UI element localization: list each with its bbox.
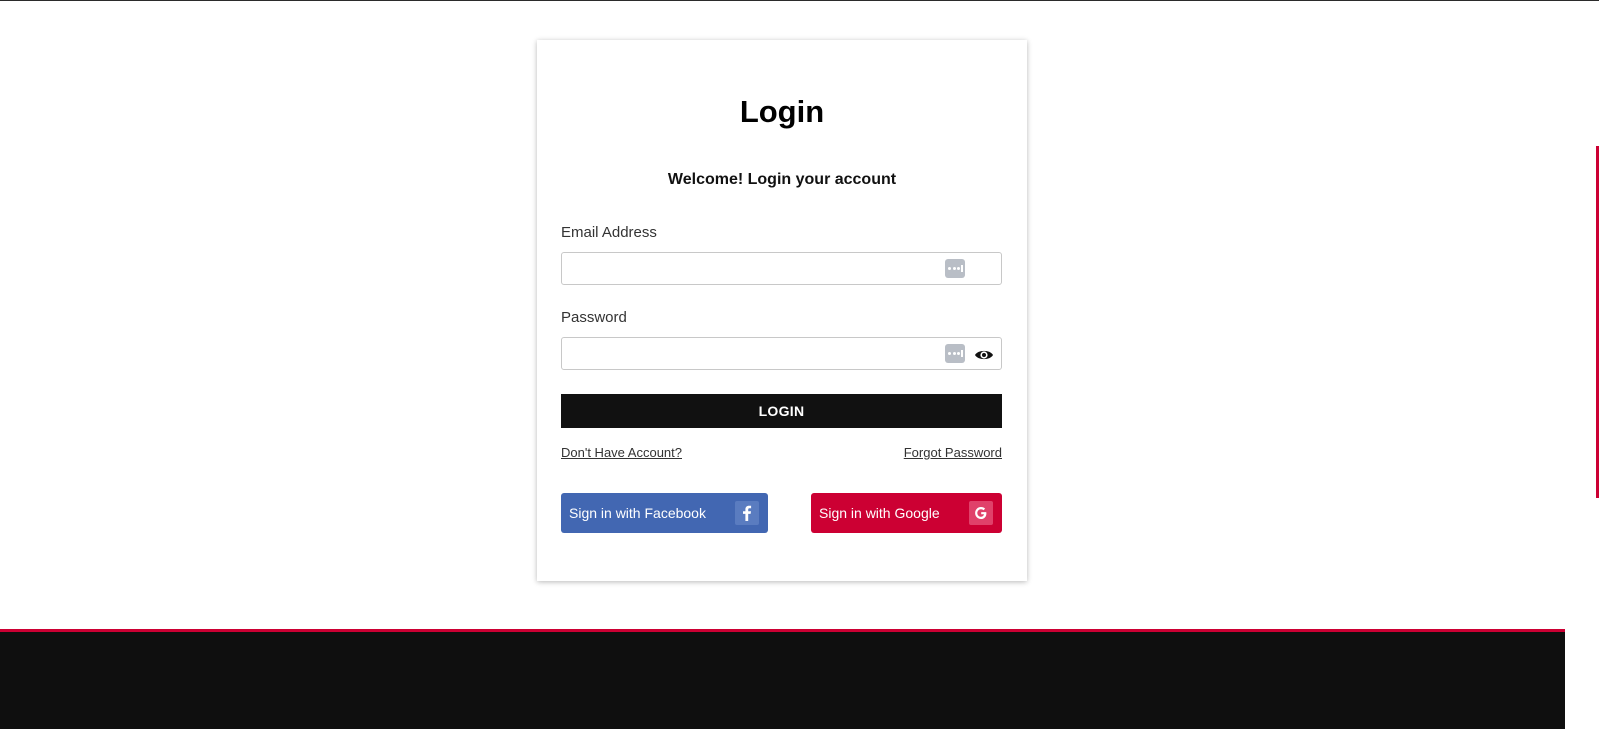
password-label: Password [561, 309, 627, 326]
login-button[interactable]: LOGIN [561, 394, 1002, 428]
email-label: Email Address [561, 224, 657, 241]
google-signin-button[interactable]: Sign in with Google [811, 493, 1002, 533]
password-input[interactable] [562, 338, 932, 369]
facebook-signin-label: Sign in with Facebook [569, 505, 706, 521]
signup-link[interactable]: Don't Have Account? [561, 444, 682, 462]
footer [0, 632, 1565, 729]
login-card: Login Welcome! Login your account Email … [537, 40, 1027, 581]
password-manager-icon[interactable] [945, 259, 965, 278]
google-signin-label: Sign in with Google [819, 505, 940, 521]
google-icon [969, 501, 993, 525]
page-title: Login [739, 94, 825, 129]
facebook-icon [735, 501, 759, 525]
facebook-signin-button[interactable]: Sign in with Facebook [561, 493, 768, 533]
show-password-eye-icon[interactable] [974, 348, 994, 362]
forgot-password-link[interactable]: Forgot Password [904, 444, 1002, 462]
password-field-wrapper [561, 337, 1002, 370]
email-input[interactable] [562, 253, 932, 284]
email-field-wrapper [561, 252, 1002, 285]
welcome-subtitle: Welcome! Login your account [667, 171, 897, 188]
top-border [0, 0, 1599, 1]
password-manager-icon[interactable] [945, 344, 965, 363]
